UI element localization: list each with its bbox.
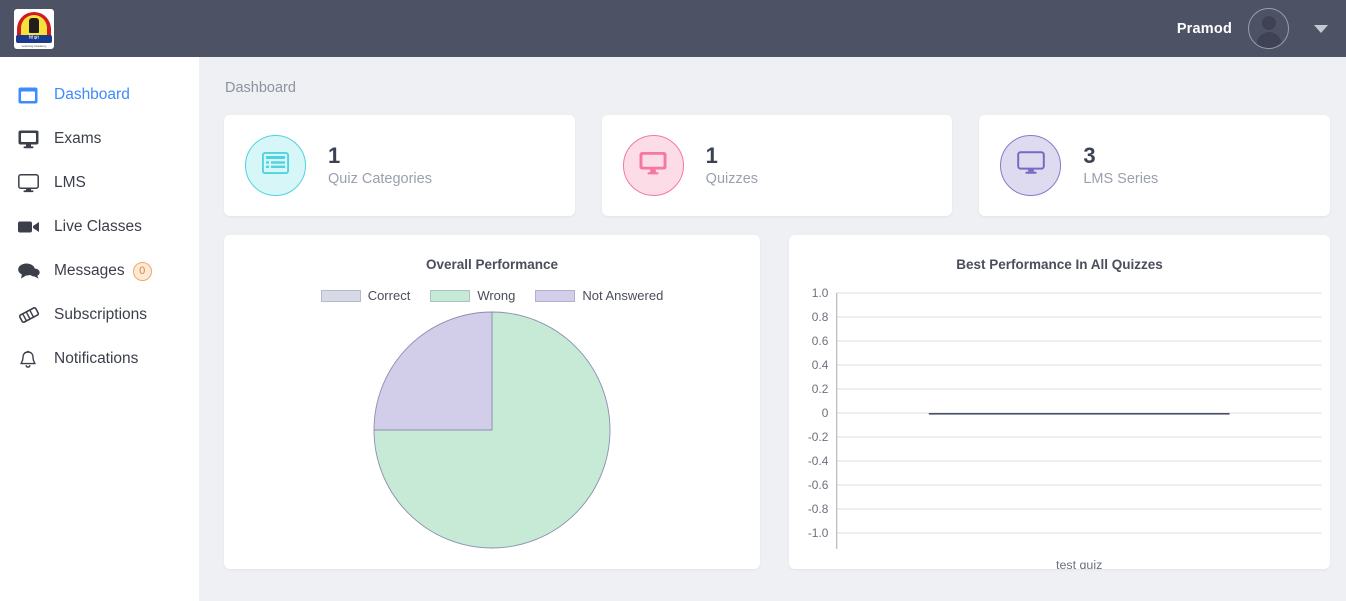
top-bar: शिक्षा Learning Academy Pramod — [0, 0, 1346, 57]
avatar-head — [1261, 16, 1276, 30]
legend-item-wrong[interactable]: Wrong — [430, 288, 515, 303]
charts-row: Overall Performance Correct Wrong Not An… — [199, 216, 1346, 569]
bar-test-quiz[interactable] — [928, 413, 1230, 415]
avatar-body — [1256, 32, 1281, 48]
logo-fist-icon — [29, 17, 39, 33]
y-axis-tick-label: -0.8 — [808, 503, 829, 516]
list-card-icon — [261, 151, 290, 179]
logo-sub-text: Learning Academy — [21, 43, 47, 48]
sidebar-item-dashboard[interactable]: Dashboard — [0, 73, 199, 117]
main-content: Dashboard 1 Quiz Categories 1 Quizzes 3 … — [199, 57, 1346, 601]
chat-bubbles-icon — [18, 261, 44, 281]
stat-card-quizzes[interactable]: 1 Quizzes — [601, 115, 953, 216]
quiz-categories-icon-circle — [245, 135, 306, 196]
messages-badge: 0 — [132, 261, 152, 281]
legend-swatch-correct — [320, 289, 361, 302]
legend-item-correct[interactable]: Correct — [320, 288, 411, 303]
monitor-outline-icon — [18, 173, 44, 193]
desktop-outline-icon — [1017, 151, 1045, 180]
stat-label: LMS Series — [1083, 170, 1159, 187]
ticket-icon — [18, 305, 44, 325]
sidebar-item-lms[interactable]: LMS — [0, 161, 199, 205]
brand-logo-icon: शिक्षा Learning Academy — [14, 8, 54, 49]
y-axis-tick-label: 0.8 — [812, 311, 829, 324]
sidebar-item-label: Live Classes — [54, 218, 142, 235]
sidebar-item-notifications[interactable]: Notifications — [0, 337, 199, 381]
y-axis-tick-label: -1.0 — [808, 527, 829, 540]
username-label: Pramod — [1176, 20, 1232, 37]
sidebar-item-subscriptions[interactable]: Subscriptions — [0, 293, 199, 337]
breadcrumb: Dashboard — [225, 80, 296, 96]
pie-legend: Correct Wrong Not Answered — [224, 288, 760, 303]
sidebar-item-label: Messages — [54, 262, 125, 279]
sidebar-item-exams[interactable]: Exams — [0, 117, 199, 161]
bar-chart-title: Best Performance In All Quizzes — [956, 257, 1163, 272]
monitor-filled-icon — [18, 129, 44, 149]
bar-chart[interactable]: 1.0 0.8 0.6 0.4 0.2 0 -0.2 -0.4 -0.6 -0.8 -1.0 test… — [789, 283, 1330, 569]
logo-band: शिक्षा — [16, 34, 52, 43]
bell-icon — [18, 349, 44, 369]
sidebar-item-messages[interactable]: Messages 0 — [0, 249, 199, 293]
y-axis-tick-label: 1.0 — [812, 287, 829, 300]
stat-value: 3 — [1083, 142, 1096, 168]
overall-performance-card: Overall Performance Correct Wrong Not An… — [224, 235, 760, 569]
legend-swatch-wrong — [430, 289, 471, 302]
stat-value: 1 — [705, 142, 718, 168]
sidebar-item-label: Subscriptions — [54, 306, 148, 323]
legend-label: Not Answered — [582, 288, 664, 303]
y-axis-tick-label: 0.4 — [812, 359, 829, 372]
quizzes-text: 1 Quizzes — [706, 143, 758, 189]
app-logo[interactable]: शिक्षा Learning Academy — [13, 8, 55, 50]
stat-label: Quiz Categories — [328, 170, 432, 187]
sidebar-item-label: Exams — [54, 130, 102, 147]
quiz-categories-text: 1 Quiz Categories — [328, 143, 432, 189]
logo-band-text: शिक्षा — [28, 35, 40, 41]
stat-cards-row: 1 Quiz Categories 1 Quizzes 3 LMS Series — [199, 96, 1346, 216]
x-axis-tick-label: test quiz — [1056, 558, 1102, 569]
lms-series-text: 3 LMS Series — [1083, 143, 1158, 189]
best-performance-card: Best Performance In All Quizzes 1.0 0.8 0.… — [789, 235, 1330, 569]
sidebar-item-live-classes[interactable]: Live Classes — [0, 205, 199, 249]
sidebar-item-label: Notifications — [54, 350, 139, 367]
video-camera-icon — [18, 217, 44, 237]
legend-swatch-not-answered — [535, 289, 576, 302]
y-axis-tick-label: 0 — [822, 407, 829, 420]
y-axis-tick-label: -0.4 — [808, 455, 829, 468]
quizzes-icon-circle — [622, 135, 684, 196]
pie-slice-not-answered[interactable] — [373, 311, 493, 431]
y-axis-tick-label: -0.6 — [808, 479, 829, 492]
desktop-filled-icon — [639, 151, 667, 180]
stat-label: Quizzes — [705, 170, 759, 187]
stat-card-quiz-categories[interactable]: 1 Quiz Categories — [224, 115, 575, 216]
avatar[interactable] — [1248, 8, 1289, 49]
lms-series-icon-circle — [1000, 135, 1062, 196]
y-axis-tick-label: -0.2 — [808, 431, 829, 444]
pie-chart-holder — [224, 310, 760, 550]
dashboard-icon — [18, 85, 44, 105]
sidebar-item-label: Dashboard — [54, 86, 130, 103]
stat-card-lms-series[interactable]: 3 LMS Series — [979, 115, 1331, 216]
legend-label: Correct — [367, 288, 411, 303]
y-axis-tick-label: 0.2 — [812, 383, 829, 396]
user-menu[interactable]: Pramod — [1177, 8, 1328, 49]
legend-item-not-answered[interactable]: Not Answered — [535, 288, 663, 303]
y-axis-tick-label: 0.6 — [812, 335, 829, 348]
sidebar-item-label: LMS — [54, 174, 86, 191]
legend-label: Wrong — [477, 288, 516, 303]
pie-chart[interactable] — [372, 310, 612, 550]
chevron-down-icon[interactable] — [1314, 24, 1328, 33]
sidebar: Dashboard Exams LMS Live Classes Message… — [0, 57, 199, 601]
pie-chart-title: Overall Performance — [425, 257, 559, 272]
stat-value: 1 — [328, 142, 341, 168]
